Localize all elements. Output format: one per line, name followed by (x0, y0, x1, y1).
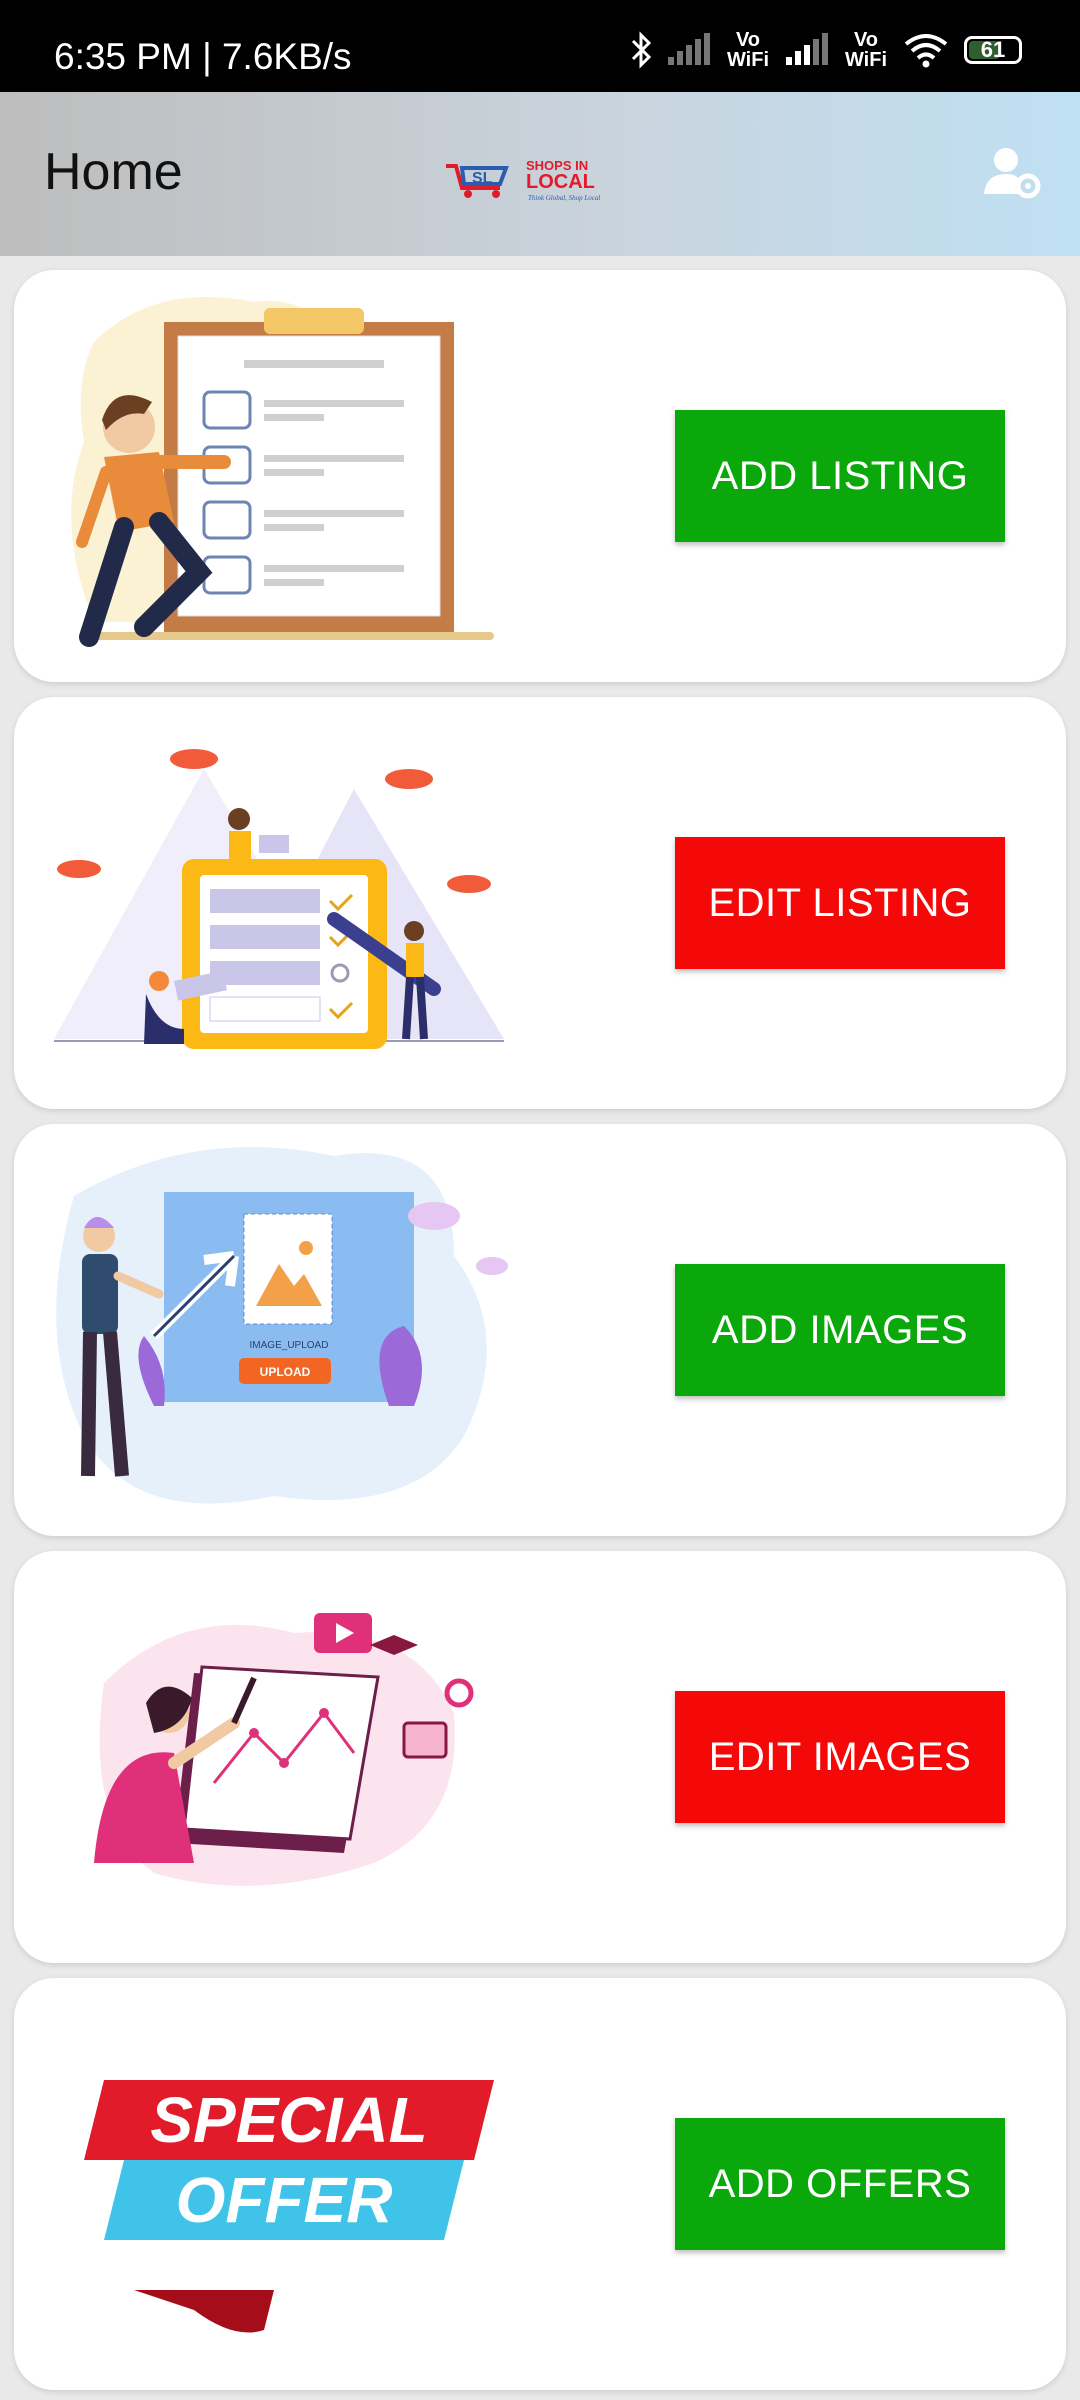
banner-line-2: OFFER (176, 2164, 393, 2236)
vo-wifi-label: Vo WiFi (726, 29, 770, 71)
banner-line-1: SPECIAL (150, 2084, 427, 2156)
add-images-card: IMAGE_UPLOAD UPLOAD ADD IMAGES (14, 1124, 1066, 1536)
signal-icon (668, 33, 710, 65)
logo-text-main: LOCAL (526, 171, 595, 193)
vo-wifi-label: Vo WiFi (844, 29, 888, 71)
logo-tagline: Think Global, Shop Local (528, 194, 600, 202)
edit-listing-button[interactable]: EDIT LISTING (675, 837, 1005, 969)
add-listing-card: ADD LISTING (14, 270, 1066, 682)
page-title: Home (44, 143, 183, 201)
edit-listing-card: EDIT LISTING (14, 697, 1066, 1109)
clipboard-checklist-illustration (71, 297, 494, 647)
upload-caption: IMAGE_UPLOAD (250, 1340, 329, 1351)
status-time: 6:35 PM | 7.6KB/s (54, 36, 352, 77)
upload-button-label: UPLOAD (260, 1365, 311, 1379)
team-editing-list-illustration (54, 749, 504, 1049)
image-upload-illustration: IMAGE_UPLOAD UPLOAD (56, 1147, 508, 1504)
edit-images-card: EDIT IMAGES (14, 1551, 1066, 1963)
status-icons: Vo WiFi Vo WiFi 61 (630, 30, 1022, 70)
add-images-button[interactable]: ADD IMAGES (675, 1264, 1005, 1396)
signal-icon (786, 33, 828, 65)
user-settings-icon[interactable] (982, 144, 1042, 200)
status-bar: 6:35 PM | 7.6KB/s Vo WiFi Vo WiFi 61 (0, 0, 1080, 92)
shops-in-local-logo: SL SHOPS IN LOCAL Think Global, Shop Loc… (446, 158, 600, 202)
app-header: Home SL SHOPS IN LOCAL Think Global, Sho… (0, 92, 1080, 256)
battery-level: 61 (980, 37, 1006, 62)
wifi-icon (904, 34, 948, 68)
add-offers-card: SPECIAL OFFER ADD OFFERS (14, 1978, 1066, 2390)
edit-images-button[interactable]: EDIT IMAGES (675, 1691, 1005, 1823)
bluetooth-icon (631, 31, 652, 69)
add-listing-button[interactable]: ADD LISTING (675, 410, 1005, 542)
battery-indicator: 61 (964, 36, 1022, 64)
special-offer-banner: SPECIAL OFFER (84, 2080, 494, 2333)
logo-initials: SL (472, 170, 493, 187)
graphic-editing-illustration (94, 1613, 474, 1886)
add-offers-button[interactable]: ADD OFFERS (675, 2118, 1005, 2250)
